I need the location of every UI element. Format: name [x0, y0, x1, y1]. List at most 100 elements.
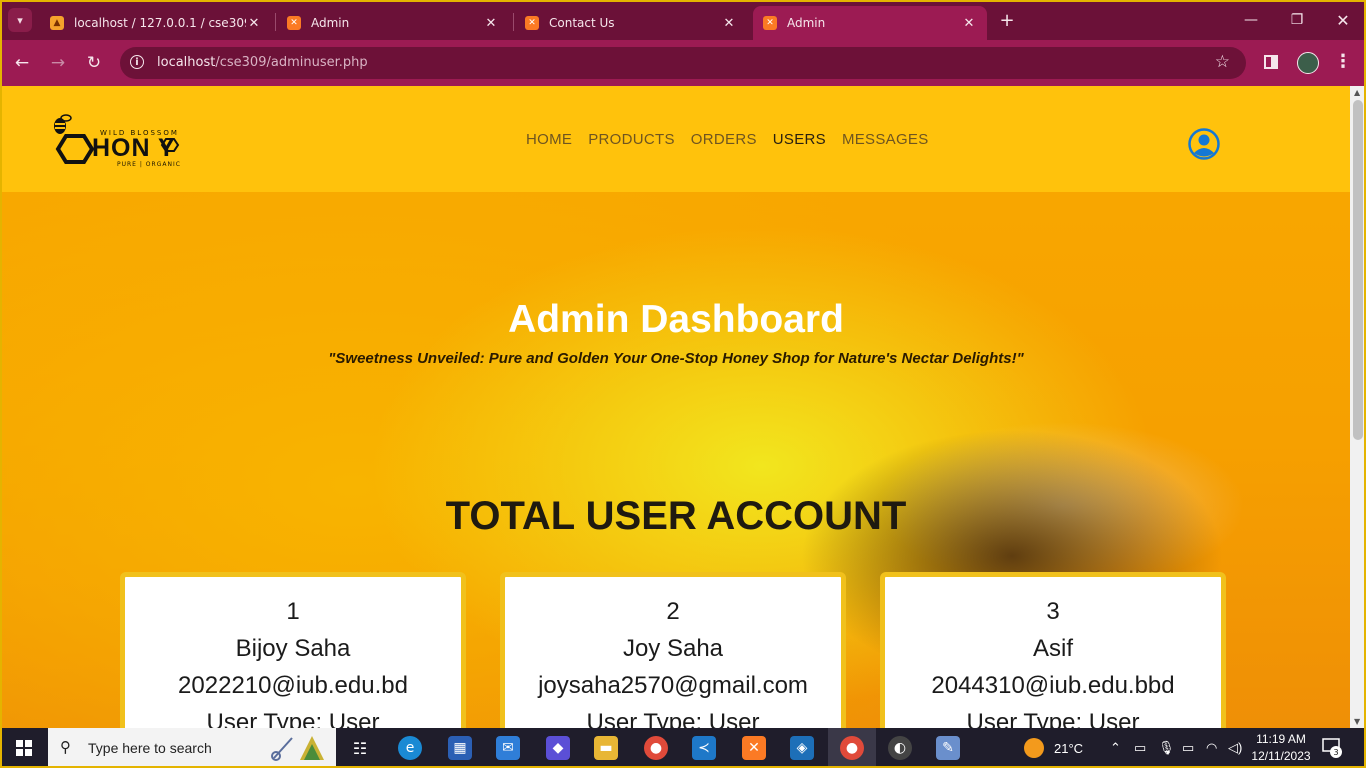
volume-icon[interactable]: ◁) — [1228, 728, 1242, 768]
user-card: 2 Joy Saha joysaha2570@gmail.com User Ty… — [500, 572, 846, 728]
user-email: 2022210@iub.edu.bd — [178, 672, 408, 699]
weather-temp: 21°C — [1054, 740, 1084, 756]
chrome-profile-icon[interactable]: ● — [840, 736, 864, 760]
windows-start-icon[interactable] — [16, 740, 32, 756]
close-tab-icon[interactable]: ✕ — [961, 16, 977, 31]
search-icon: ⚲ — [60, 738, 71, 756]
minimize-button[interactable]: — — [1228, 6, 1274, 34]
nav-products[interactable]: PRODUCTS — [588, 131, 675, 148]
tab-admin-1[interactable]: ✕ Admin ✕ — [277, 6, 509, 40]
xampp-icon: ✕ — [287, 16, 301, 30]
vscode-icon[interactable]: ≺ — [692, 736, 716, 760]
obs-studio-icon[interactable]: ◐ — [888, 736, 912, 760]
restore-button[interactable]: ❐ — [1274, 6, 1320, 34]
page-scrollbar[interactable]: ▲ ▼ — [1350, 86, 1366, 728]
wifi-icon[interactable]: ◠ — [1206, 728, 1217, 768]
profile-avatar[interactable] — [1297, 52, 1319, 74]
edge-browser-icon[interactable]: e — [398, 736, 422, 760]
weather-widget[interactable]: 21°C — [1024, 728, 1083, 768]
user-id: 3 — [1046, 598, 1060, 625]
tab-contact-us[interactable]: ✕ Contact Us ✕ — [515, 6, 747, 40]
close-tab-icon[interactable]: ✕ — [483, 16, 499, 31]
tab-search-button[interactable]: ▾ — [8, 8, 32, 32]
logo-tagline-bottom: PURE | ORGANIC — [117, 161, 181, 168]
user-name: Bijoy Saha — [235, 635, 351, 662]
scrollbar-thumb[interactable] — [1353, 100, 1363, 440]
back-button[interactable]: ← — [10, 51, 34, 75]
user-email: 2044310@iub.edu.bbd — [931, 672, 1175, 699]
tab-title: localhost / 127.0.0.1 / cse309 / a — [74, 16, 246, 30]
xampp-icon: ✕ — [763, 16, 777, 30]
close-tab-icon[interactable]: ✕ — [721, 16, 737, 31]
copilot-icon[interactable]: ◆ — [546, 736, 570, 760]
close-window-button[interactable]: ✕ — [1320, 6, 1366, 34]
user-id: 1 — [286, 598, 300, 625]
microsoft-store-icon[interactable]: ▦ — [448, 736, 472, 760]
system-clock[interactable]: 11:19 AM 12/11/2023 — [1248, 731, 1314, 765]
scroll-down-icon[interactable]: ▼ — [1354, 717, 1360, 726]
remote-desktop-icon[interactable]: ◈ — [790, 736, 814, 760]
nav-orders[interactable]: ORDERS — [691, 131, 757, 148]
forward-button[interactable]: → — [46, 51, 70, 75]
url-text[interactable]: localhost/cse309/adminuser.php — [157, 55, 368, 70]
user-type: User Type: User — [966, 709, 1140, 728]
site-info-icon[interactable]: i — [130, 55, 144, 69]
user-card: 3 Asif 2044310@iub.edu.bbd User Type: Us… — [880, 572, 1226, 728]
nav-home[interactable]: HOME — [526, 131, 572, 148]
site-logo[interactable]: WILD BLOSSOM HON Y PURE | ORGANIC — [46, 112, 206, 172]
user-type: User Type: User — [206, 709, 380, 728]
show-hidden-icons[interactable]: ⌃ — [1110, 728, 1121, 768]
page-viewport: WILD BLOSSOM HON Y PURE | ORGANIC HOME P… — [2, 86, 1350, 728]
bookmark-star-icon[interactable]: ☆ — [1215, 52, 1230, 72]
browser-toolbar: ← → ↻ i localhost/cse309/adminuser.php ☆… — [0, 40, 1366, 86]
microphone-icon[interactable]: 🎙 — [1158, 728, 1175, 768]
address-bar[interactable]: i localhost/cse309/adminuser.php ☆ — [120, 47, 1246, 79]
nav-messages[interactable]: MESSAGES — [842, 131, 929, 148]
tab-admin-active[interactable]: ✕ Admin ✕ — [753, 6, 987, 40]
user-id: 2 — [666, 598, 680, 625]
side-panel-icon[interactable] — [1264, 55, 1278, 69]
page-title: Admin Dashboard — [508, 298, 844, 341]
taskbar-search[interactable]: ⚲ Type here to search — [48, 728, 336, 768]
tab-title: Contact Us — [549, 16, 615, 30]
tab-title: Admin — [311, 16, 350, 30]
tab-divider — [513, 13, 514, 31]
reload-button[interactable]: ↻ — [82, 51, 106, 75]
scroll-up-icon[interactable]: ▲ — [1354, 88, 1360, 97]
task-view-icon[interactable]: ☷ — [348, 736, 372, 760]
user-account-icon[interactable] — [1188, 128, 1220, 160]
logo-wordmark: HON Y — [92, 134, 176, 162]
battery-icon[interactable]: ▭ — [1182, 728, 1194, 768]
windows-taskbar: ⚲ Type here to search ☷ e ▦ ✉ ◆ ▬ ● ≺ ✕ … — [0, 728, 1366, 768]
user-card: 1 Bijoy Saha 2022210@iub.edu.bd User Typ… — [120, 572, 466, 728]
mail-icon[interactable]: ✉ — [496, 736, 520, 760]
main-nav: HOME PRODUCTS ORDERS USERS MESSAGES — [526, 131, 929, 148]
hero-tagline: "Sweetness Unveiled: Pure and Golden You… — [328, 350, 1024, 367]
tab-title: Admin — [787, 16, 826, 30]
browser-tabstrip: ▾ ▲ localhost / 127.0.0.1 / cse309 / a ✕… — [0, 0, 1366, 40]
weather-sun-icon — [1024, 738, 1044, 758]
notification-center-icon[interactable]: 3 — [1322, 738, 1342, 758]
search-highlight-art-icon — [271, 736, 324, 761]
close-tab-icon[interactable]: ✕ — [246, 16, 262, 31]
user-name: Asif — [1032, 635, 1073, 662]
new-tab-button[interactable]: + — [996, 8, 1018, 32]
clock-date: 12/11/2023 — [1251, 749, 1311, 763]
tab-divider — [275, 13, 276, 31]
browser-menu-icon[interactable]: ⋮ — [1334, 51, 1352, 72]
file-explorer-icon[interactable]: ▬ — [594, 736, 618, 760]
phpmyadmin-icon: ▲ — [50, 16, 64, 30]
user-name: Joy Saha — [622, 635, 724, 662]
user-type: User Type: User — [586, 709, 760, 728]
xampp-taskbar-icon[interactable]: ✕ — [742, 736, 766, 760]
tab-phpmyadmin[interactable]: ▲ localhost / 127.0.0.1 / cse309 / a ✕ — [40, 6, 272, 40]
chrome-icon[interactable]: ● — [644, 736, 668, 760]
notification-count-badge: 3 — [1330, 746, 1342, 758]
meet-icon[interactable]: ▭ — [1134, 728, 1146, 768]
paint-icon[interactable]: ✎ — [936, 736, 960, 760]
section-title: TOTAL USER ACCOUNT — [445, 494, 907, 538]
clock-time: 11:19 AM — [1256, 732, 1306, 746]
nav-users[interactable]: USERS — [773, 131, 826, 148]
search-placeholder: Type here to search — [88, 740, 212, 756]
site-header: WILD BLOSSOM HON Y PURE | ORGANIC HOME P… — [2, 86, 1350, 192]
